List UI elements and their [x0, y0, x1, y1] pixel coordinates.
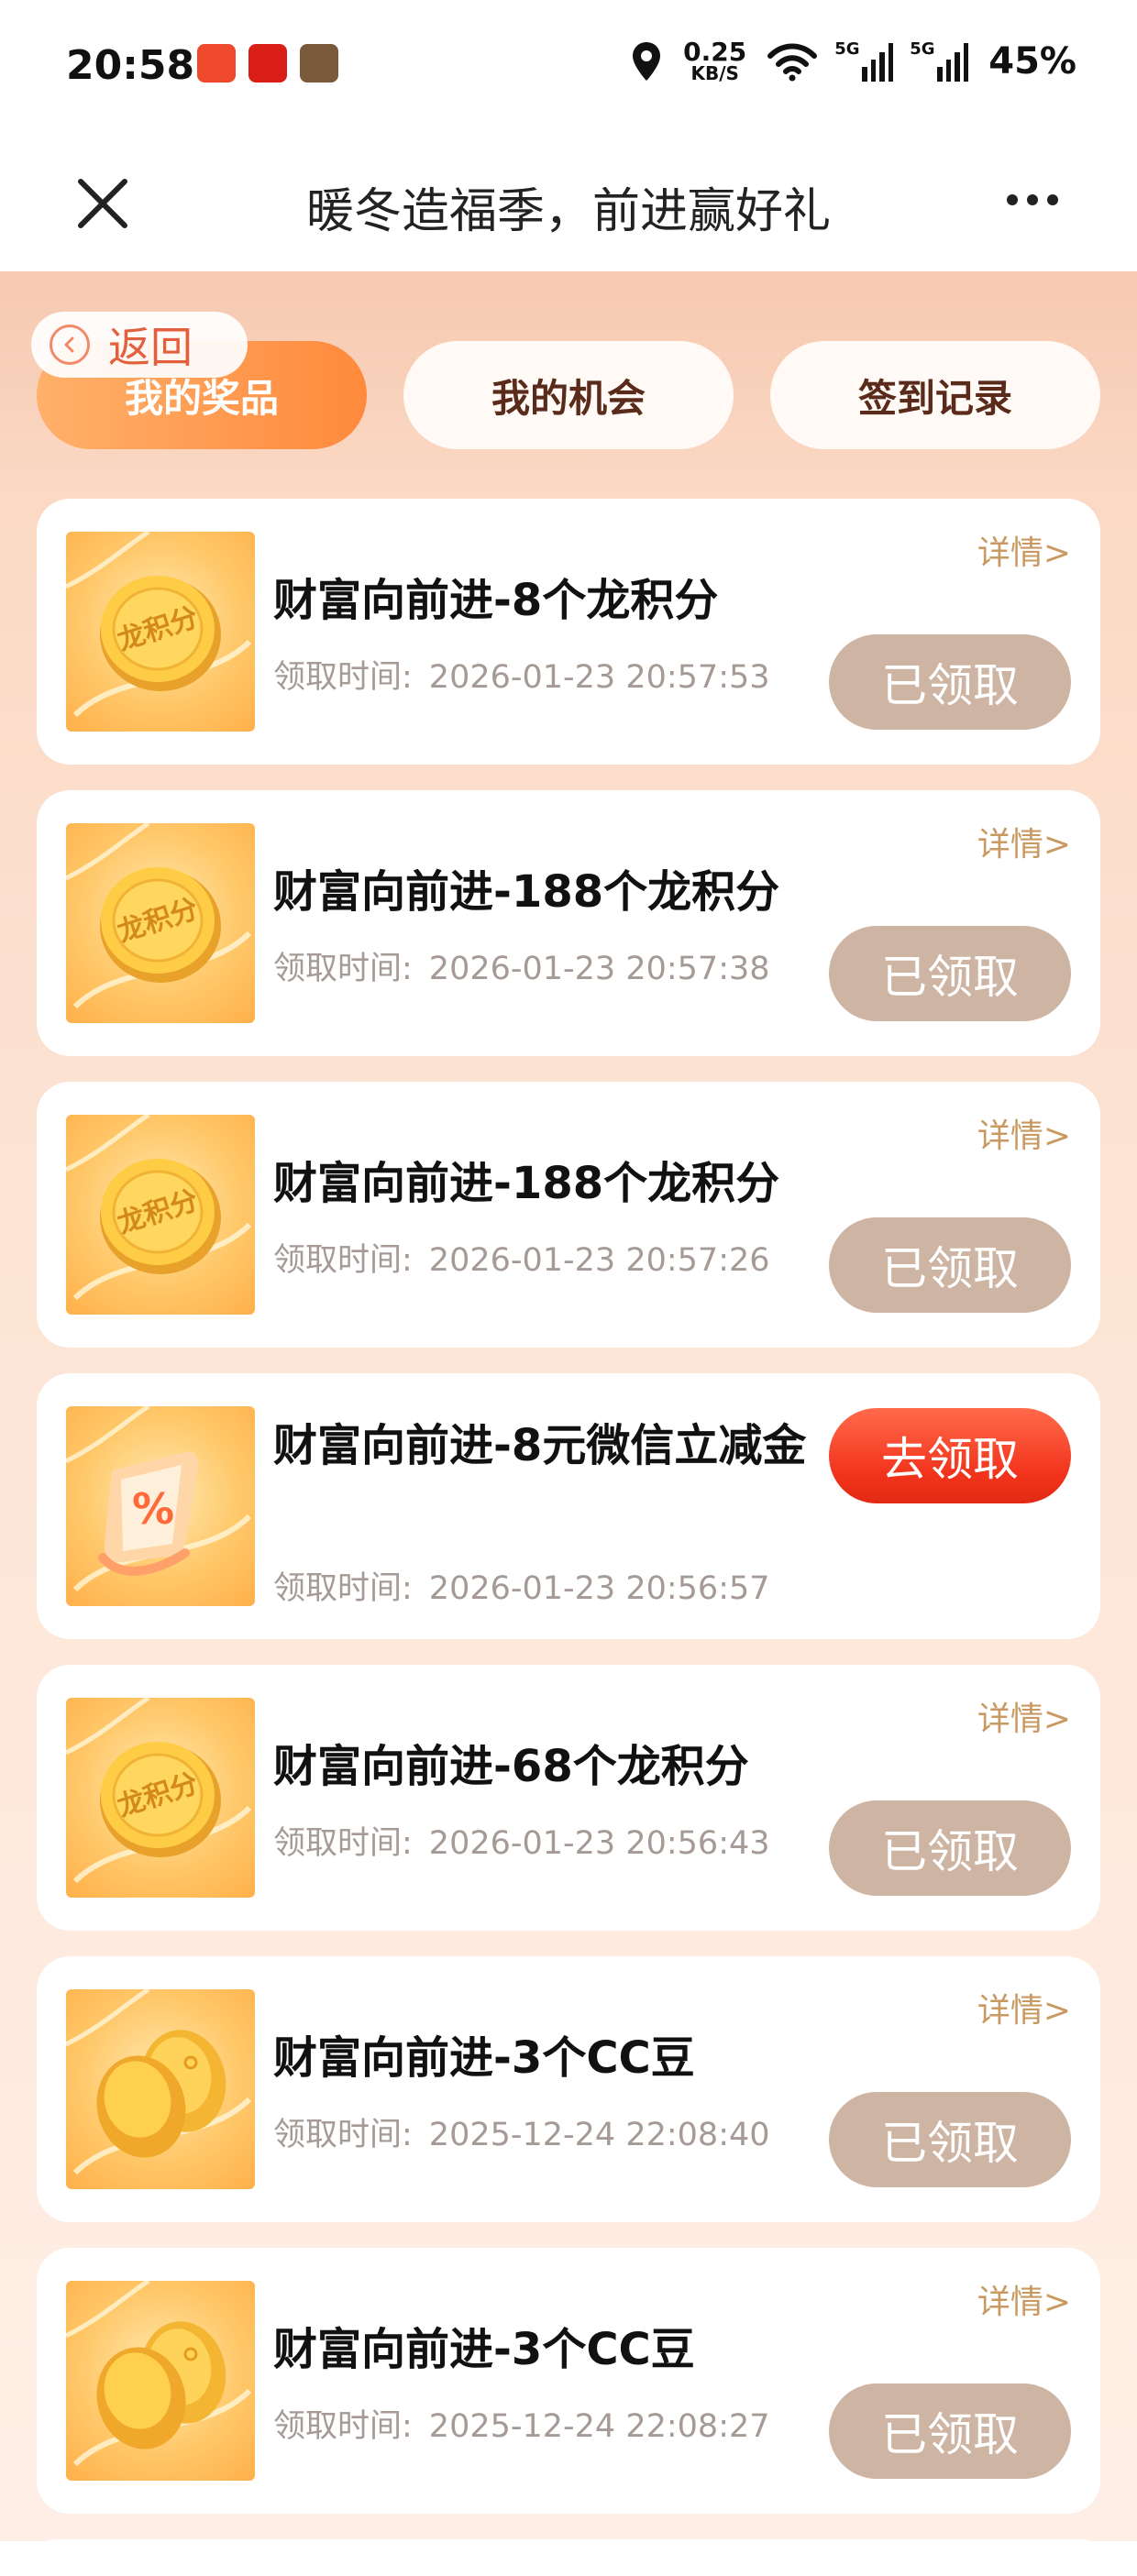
tab-my-chances[interactable]: 我的机会 [403, 341, 734, 449]
claim-time-value: 2026-01-23 20:57:53 [428, 659, 770, 696]
location-icon [633, 42, 661, 81]
back-arrow-icon [50, 325, 90, 365]
prize-title: 财富向前进-68个龙积分 [273, 1741, 749, 1792]
cellular-signal-icon: 5G [834, 39, 894, 82]
claim-time-value: 2025-12-24 22:08:40 [428, 2117, 770, 2153]
prize-card-partial [37, 2539, 1100, 2576]
detail-link[interactable]: 详情> [977, 1109, 1071, 1157]
prize-title: 财富向前进-8个龙积分 [273, 575, 719, 626]
prize-card: 龙积分 财富向前进-188个龙积分 领取时间: 2026-01-23 20:57:… [37, 790, 1100, 1056]
claimed-button[interactable]: 已领取 [829, 1800, 1071, 1896]
detail-link[interactable]: 详情> [977, 1984, 1071, 2031]
wifi-icon [767, 43, 818, 82]
prize-card: 财富向前进-3个CC豆 领取时间: 2025-12-24 22:08:40 详情>… [37, 1956, 1100, 2222]
prize-title: 财富向前进-8元微信立减金 [273, 1420, 807, 1471]
claim-time-label: 领取时间: [273, 659, 413, 696]
coupon-icon: % [66, 1406, 255, 1606]
prize-card: 龙积分 财富向前进-68个龙积分 领取时间: 2026-01-23 20:56:4… [37, 1665, 1100, 1931]
claimed-button[interactable]: 已领取 [829, 1217, 1071, 1313]
battery-level: 45% [988, 40, 1076, 83]
claim-now-button[interactable]: 去领取 [829, 1408, 1071, 1503]
status-time: 20:58 [66, 42, 195, 89]
cellular-signal-icon: 5G [910, 39, 969, 82]
app-notification-icon [197, 44, 236, 83]
prize-title: 财富向前进-3个CC豆 [273, 2324, 695, 2375]
more-icon[interactable] [1007, 194, 1058, 205]
bean-icon [66, 1989, 255, 2189]
signal-tag: 5G [834, 39, 860, 59]
prize-card: 财富向前进-3个CC豆 领取时间: 2025-12-24 22:08:27 详情>… [37, 2248, 1100, 2514]
claimed-button[interactable]: 已领取 [829, 926, 1071, 1021]
claim-time: 领取时间: 2026-01-23 20:57:26 [273, 1234, 770, 1281]
prize-card: 龙积分 财富向前进-8个龙积分 领取时间: 2026-01-23 20:57:53… [37, 499, 1100, 765]
detail-link[interactable]: 详情> [977, 1692, 1071, 1740]
claim-time: 领取时间: 2026-01-23 20:57:38 [273, 942, 770, 989]
claim-time-label: 领取时间: [273, 1242, 413, 1279]
detail-link[interactable]: 详情> [977, 818, 1071, 865]
prize-title: 财富向前进-3个CC豆 [273, 2032, 695, 2084]
claim-time-value: 2026-01-23 20:56:57 [428, 1570, 770, 1607]
claim-time: 领取时间: 2025-12-24 22:08:27 [273, 2400, 770, 2447]
coin-icon: 龙积分 [66, 1115, 255, 1315]
coin-icon: 龙积分 [66, 1698, 255, 1898]
claim-time: 领取时间: 2026-01-23 20:57:53 [273, 651, 770, 698]
nav-bar: 暖冬造福季，前进赢好礼 [0, 138, 1137, 271]
coupon-label: % [132, 1484, 174, 1534]
app-notification-icon [248, 44, 287, 83]
claim-time-label: 领取时间: [273, 1825, 413, 1862]
page-title: 暖冬造福季，前进赢好礼 [305, 184, 831, 239]
claim-time-value: 2026-01-23 20:57:26 [428, 1242, 770, 1279]
coin-icon: 龙积分 [66, 532, 255, 732]
detail-link[interactable]: 详情> [977, 2275, 1071, 2323]
back-label: 返回 [108, 323, 193, 372]
prize-title: 财富向前进-188个龙积分 [273, 866, 780, 918]
claim-time: 领取时间: 2025-12-24 22:08:40 [273, 2108, 770, 2155]
claim-time-label: 领取时间: [273, 2408, 413, 2445]
app-notification-icon [300, 44, 338, 83]
claim-time-value: 2026-01-23 20:57:38 [428, 951, 770, 987]
claim-time-label: 领取时间: [273, 1570, 413, 1607]
status-bar: 20:58 0.25 KB/S 5G 5G 45% [0, 0, 1137, 138]
prize-title: 财富向前进-188个龙积分 [273, 1158, 780, 1209]
net-speed: 0.25 KB/S [683, 37, 747, 84]
claim-time: 领取时间: 2026-01-23 20:56:43 [273, 1817, 770, 1864]
bean-icon [66, 2281, 255, 2481]
claimed-button[interactable]: 已领取 [829, 2092, 1071, 2187]
prize-card: 龙积分 财富向前进-188个龙积分 领取时间: 2026-01-23 20:57:… [37, 1082, 1100, 1348]
prize-page: 我的奖品 我的机会 签到记录 返回 龙积分 财富向前进-8个龙积分 领取时间: … [0, 271, 1137, 2576]
net-speed-value: 0.25 [683, 37, 747, 67]
net-speed-unit: KB/S [690, 62, 739, 84]
status-right: 0.25 KB/S 5G 5G 45% [630, 37, 1076, 84]
claimed-button[interactable]: 已领取 [829, 2383, 1071, 2479]
claim-time-value: 2026-01-23 20:56:43 [428, 1825, 770, 1862]
claim-time: 领取时间: 2026-01-23 20:56:57 [273, 1562, 770, 1609]
claimed-button[interactable]: 已领取 [829, 634, 1071, 730]
signal-tag: 5G [910, 39, 935, 59]
coin-icon: 龙积分 [66, 823, 255, 1023]
notification-icons [197, 44, 338, 83]
claim-time-value: 2025-12-24 22:08:27 [428, 2408, 770, 2445]
tab-checkin-records[interactable]: 签到记录 [770, 341, 1100, 449]
claim-time-label: 领取时间: [273, 2117, 413, 2153]
claim-time-label: 领取时间: [273, 951, 413, 987]
prize-card: % 财富向前进-8元微信立减金 领取时间: 2026-01-23 20:56:57… [37, 1373, 1100, 1639]
detail-link[interactable]: 详情> [977, 526, 1071, 574]
back-button[interactable]: 返回 [31, 312, 248, 378]
